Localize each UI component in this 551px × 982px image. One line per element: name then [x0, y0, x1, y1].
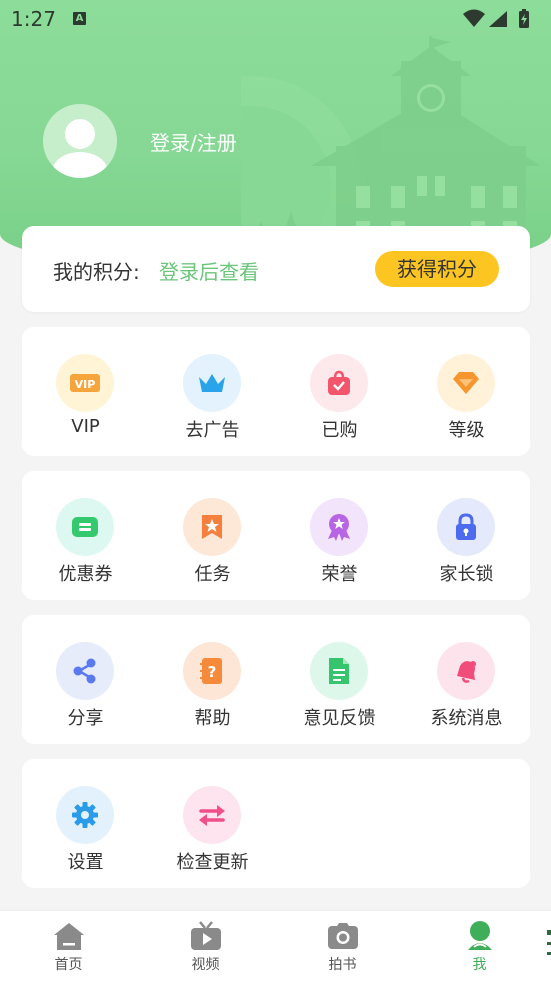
notification-a-icon: A: [73, 12, 86, 25]
battery-icon: [519, 9, 529, 28]
help-book-icon: ?: [183, 642, 241, 700]
grid-item-check-update[interactable]: 检查更新: [149, 759, 276, 888]
grid-label: 等级: [448, 420, 485, 441]
home-icon: [54, 923, 84, 950]
tv-icon: [191, 921, 221, 950]
status-time: 1:27: [11, 7, 56, 31]
coupon-icon: [56, 498, 114, 556]
grid-label: 意见反馈: [303, 708, 376, 729]
diamond-icon: [437, 354, 495, 412]
grid-label: 已购: [321, 420, 358, 441]
nav-label: 拍书: [328, 957, 357, 973]
points-value[interactable]: 登录后查看: [159, 256, 259, 285]
grid-card-activities: 优惠券 任务 荣誉 家长锁: [22, 471, 530, 600]
grid-label: 荣誉: [321, 564, 358, 585]
grid-label: 检查更新: [176, 852, 249, 873]
nav-item-scan-book[interactable]: 拍书: [274, 911, 411, 982]
grid-item-settings[interactable]: 设置: [22, 759, 149, 888]
grid-item-system-message[interactable]: 系统消息: [403, 615, 530, 744]
grid-label: 优惠券: [58, 564, 113, 585]
crown-icon: [183, 354, 241, 412]
grid-label: 任务: [194, 564, 231, 585]
svg-text:?: ?: [208, 663, 217, 681]
grid-label: 系统消息: [430, 708, 503, 729]
points-label: 我的积分:: [53, 260, 140, 284]
grid-label: VIP: [71, 416, 100, 437]
grid-card-membership: VIP VIP 去广告 已购 等级: [22, 327, 530, 456]
grid-item-remove-ads[interactable]: 去广告: [149, 327, 276, 456]
bottom-nav: 首页 视频 拍书 我: [0, 910, 551, 982]
grid-item-task[interactable]: 任务: [149, 471, 276, 600]
message-bell-icon: [437, 642, 495, 700]
grid-item-level[interactable]: 等级: [403, 327, 530, 456]
default-avatar-icon: [52, 119, 108, 178]
status-bar: 1:27 A: [0, 0, 551, 38]
lock-icon: [437, 498, 495, 556]
grid-item-help[interactable]: ? 帮助: [149, 615, 276, 744]
gear-icon: [56, 786, 114, 844]
nav-item-me[interactable]: 我: [411, 911, 548, 982]
grid-card-support: 分享 ? 帮助 意见反馈 系统消息: [22, 615, 530, 744]
nav-label: 我: [472, 957, 487, 973]
grid-label: 去广告: [185, 420, 240, 441]
svg-text:VIP: VIP: [75, 378, 96, 391]
grid-item-feedback[interactable]: 意见反馈: [276, 615, 403, 744]
grid-item-vip[interactable]: VIP VIP: [22, 327, 149, 456]
nav-item-video[interactable]: 视频: [137, 911, 274, 982]
points-card: 我的积分: 登录后查看 获得积分: [22, 226, 530, 312]
get-points-button[interactable]: 获得积分: [375, 251, 499, 287]
grid-label: 帮助: [194, 708, 231, 729]
profile-icon: [468, 921, 492, 950]
wifi-icon: [463, 9, 485, 27]
login-register-link[interactable]: 登录/注册: [150, 127, 237, 156]
nav-item-home[interactable]: 首页: [0, 911, 137, 982]
vip-icon: VIP: [56, 354, 114, 412]
grid-label: 家长锁: [439, 564, 494, 585]
grid-item-coupon[interactable]: 优惠券: [22, 471, 149, 600]
grid-label: 分享: [67, 708, 104, 729]
signal-icon: [489, 11, 507, 27]
nav-label: 首页: [54, 957, 83, 973]
grid-item-honor[interactable]: 荣誉: [276, 471, 403, 600]
bag-icon: [310, 354, 368, 412]
nav-label: 视频: [191, 957, 220, 973]
refresh-icon: [183, 786, 241, 844]
medal-icon: [310, 498, 368, 556]
camera-icon: [328, 923, 358, 949]
grid-item-share[interactable]: 分享: [22, 615, 149, 744]
edge-handle: [547, 930, 551, 955]
status-icons: [463, 9, 529, 28]
grid-item-parental-lock[interactable]: 家长锁: [403, 471, 530, 600]
grid-card-settings: 设置 检查更新: [22, 759, 530, 888]
bookmark-star-icon: [183, 498, 241, 556]
feedback-doc-icon: [310, 642, 368, 700]
avatar[interactable]: [43, 104, 117, 178]
share-icon: [56, 642, 114, 700]
grid-item-purchased[interactable]: 已购: [276, 327, 403, 456]
grid-label: 设置: [67, 852, 104, 873]
